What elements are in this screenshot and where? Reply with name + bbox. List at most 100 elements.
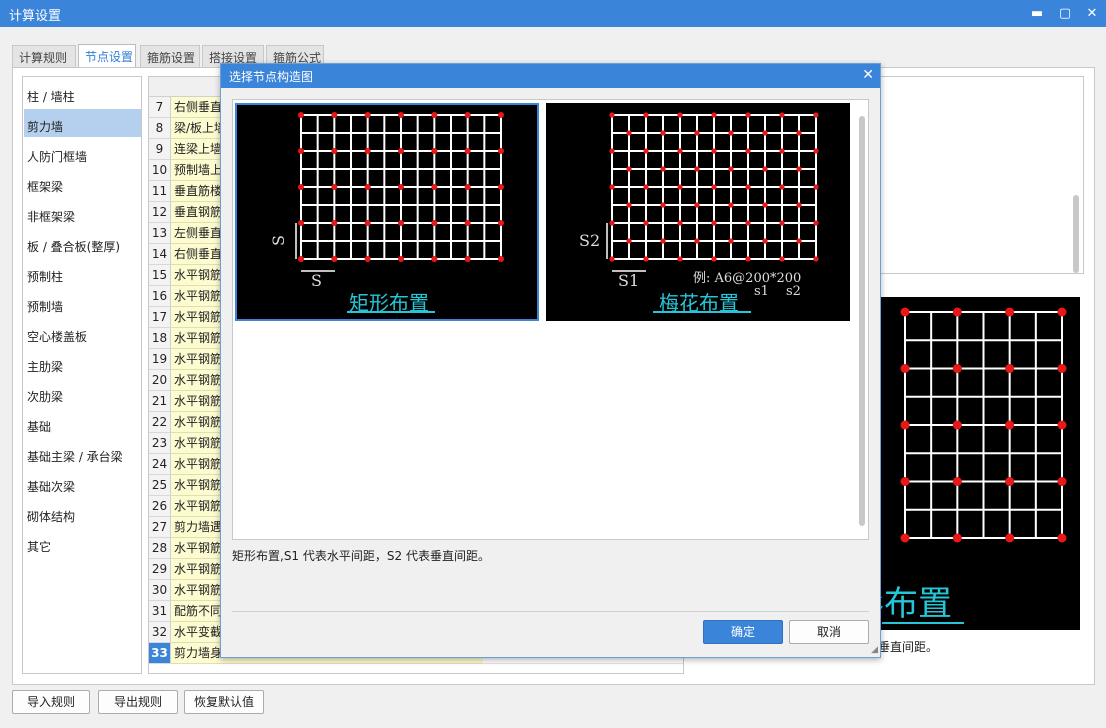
- row-number: 10: [149, 160, 171, 181]
- dialog-scrollbar[interactable]: [859, 116, 865, 526]
- row-number: 14: [149, 244, 171, 265]
- rebar-dot: [660, 238, 666, 244]
- resize-grip-icon[interactable]: ◢: [871, 645, 878, 655]
- sidebar-item[interactable]: 人防门框墙: [24, 139, 141, 167]
- ok-button[interactable]: 确定: [703, 620, 783, 644]
- scrollbar[interactable]: [1073, 195, 1079, 273]
- sidebar-item[interactable]: 剪力墙: [24, 109, 141, 137]
- import-rules-button[interactable]: 导入规则: [12, 690, 90, 714]
- rebar-dot: [331, 148, 338, 154]
- rebar-dot: [745, 148, 751, 154]
- rebar-dot: [813, 184, 819, 190]
- sidebar-item[interactable]: 基础次梁: [24, 469, 141, 497]
- rebar-dot: [813, 112, 819, 118]
- rebar-dot: [331, 184, 338, 190]
- calc-settings-window: 计算设置 ▬ ▢ ✕ 计算规则 节点设置 箍筋设置 搭接设置 箍筋公式 柱 / …: [0, 0, 1106, 728]
- rebar-dot: [626, 202, 632, 208]
- diagram-option-quincunx[interactable]: S2 S1 例: A6@200*200 s1 s2 梅花布置: [546, 103, 850, 321]
- caption-underline: [653, 311, 751, 313]
- rebar-dot: [643, 148, 649, 154]
- rebar-dot: [364, 256, 371, 262]
- sidebar-item[interactable]: 非框架梁: [24, 199, 141, 227]
- rebar-dot: [643, 112, 649, 118]
- example-s2-label: s2: [786, 284, 801, 299]
- rebar-dot: [464, 256, 471, 262]
- rebar-dot: [1057, 420, 1067, 430]
- sidebar-item[interactable]: 主肋梁: [24, 349, 141, 377]
- rebar-dot: [694, 166, 700, 172]
- rebar-dot: [498, 148, 504, 154]
- rebar-dot: [813, 148, 819, 154]
- row-number: 33: [149, 643, 171, 664]
- rebar-dot: [728, 202, 734, 208]
- rebar-dot: [609, 148, 615, 154]
- sidebar-item[interactable]: 预制柱: [24, 259, 141, 287]
- preview-caption-underline: [882, 622, 964, 624]
- rebar-dot: [498, 220, 504, 226]
- sidebar-item[interactable]: 框架梁: [24, 169, 141, 197]
- window-title: 计算设置: [9, 9, 62, 24]
- rebar-dot: [431, 112, 438, 118]
- sidebar-item[interactable]: 基础: [24, 409, 141, 437]
- dialog-title-bar: 选择节点构造图 ✕: [221, 64, 880, 88]
- rebar-dot: [779, 184, 785, 190]
- sidebar-item[interactable]: 砌体结构: [24, 499, 141, 527]
- row-number: 8: [149, 118, 171, 139]
- diagram-option-rect[interactable]: S S 矩形布置: [235, 103, 539, 321]
- sidebar-item[interactable]: 柱 / 墙柱: [24, 79, 141, 107]
- export-rules-button[interactable]: 导出规则: [98, 690, 178, 714]
- rebar-dot: [900, 364, 910, 373]
- rebar-dot: [900, 307, 910, 317]
- rebar-dot: [398, 112, 404, 118]
- rebar-dot: [364, 112, 371, 118]
- rebar-dot: [498, 112, 504, 118]
- rebar-dot: [745, 184, 751, 190]
- cancel-button[interactable]: 取消: [789, 620, 869, 644]
- rebar-dot: [900, 533, 910, 543]
- tab-calc-rules[interactable]: 计算规则: [12, 45, 76, 67]
- rebar-dot: [431, 148, 438, 154]
- sidebar-item[interactable]: 板 / 叠合板(整厚): [24, 229, 141, 257]
- rebar-dot: [779, 220, 785, 226]
- rebar-dot: [1005, 533, 1015, 543]
- sidebar-item[interactable]: 预制墙: [24, 289, 141, 317]
- tab-stirrup-settings[interactable]: 箍筋设置: [140, 45, 200, 67]
- row-number: 29: [149, 559, 171, 580]
- row-number: 22: [149, 412, 171, 433]
- close-button[interactable]: ✕: [1078, 0, 1106, 27]
- dialog-close-icon[interactable]: ✕: [862, 67, 874, 83]
- maximize-button[interactable]: ▢: [1051, 0, 1079, 27]
- rebar-dot: [498, 184, 504, 190]
- rebar-dot: [952, 364, 962, 373]
- row-number: 27: [149, 517, 171, 538]
- rebar-dot: [1057, 364, 1067, 373]
- spacing-label-s1: S1: [618, 271, 640, 290]
- row-number: 18: [149, 328, 171, 349]
- minimize-button[interactable]: ▬: [1023, 0, 1051, 27]
- sidebar-item[interactable]: 其它: [24, 529, 141, 557]
- rebar-dot: [464, 112, 471, 118]
- row-number: 25: [149, 475, 171, 496]
- rebar-dot: [464, 220, 471, 226]
- rebar-dot: [660, 130, 666, 136]
- tab-node-settings[interactable]: 节点设置: [78, 44, 136, 68]
- example-s1-label: s1: [754, 284, 769, 299]
- title-bar: 计算设置 ▬ ▢ ✕: [0, 0, 1106, 27]
- rebar-dot: [900, 420, 910, 430]
- spacing-label-s2: S2: [579, 231, 601, 250]
- select-node-diagram-dialog: 选择节点构造图 ✕ S S 矩形布置 S2 S1 例: A6@200*200 s…: [220, 63, 881, 658]
- rebar-dot: [609, 112, 615, 118]
- restore-defaults-button[interactable]: 恢复默认值: [184, 690, 264, 714]
- row-number: 23: [149, 433, 171, 454]
- sidebar-item[interactable]: 次肋梁: [24, 379, 141, 407]
- rebar-dot: [1057, 533, 1067, 543]
- rebar-dot: [728, 238, 734, 244]
- sidebar-item[interactable]: 空心楼盖板: [24, 319, 141, 347]
- sidebar-item[interactable]: 基础主梁 / 承台梁: [24, 439, 141, 467]
- preview-description: 垂直间距。: [878, 640, 939, 654]
- rebar-dot: [796, 166, 802, 172]
- rebar-dot: [762, 238, 768, 244]
- rebar-dot: [779, 112, 785, 118]
- rebar-dot: [813, 256, 819, 262]
- rebar-dot: [398, 148, 404, 154]
